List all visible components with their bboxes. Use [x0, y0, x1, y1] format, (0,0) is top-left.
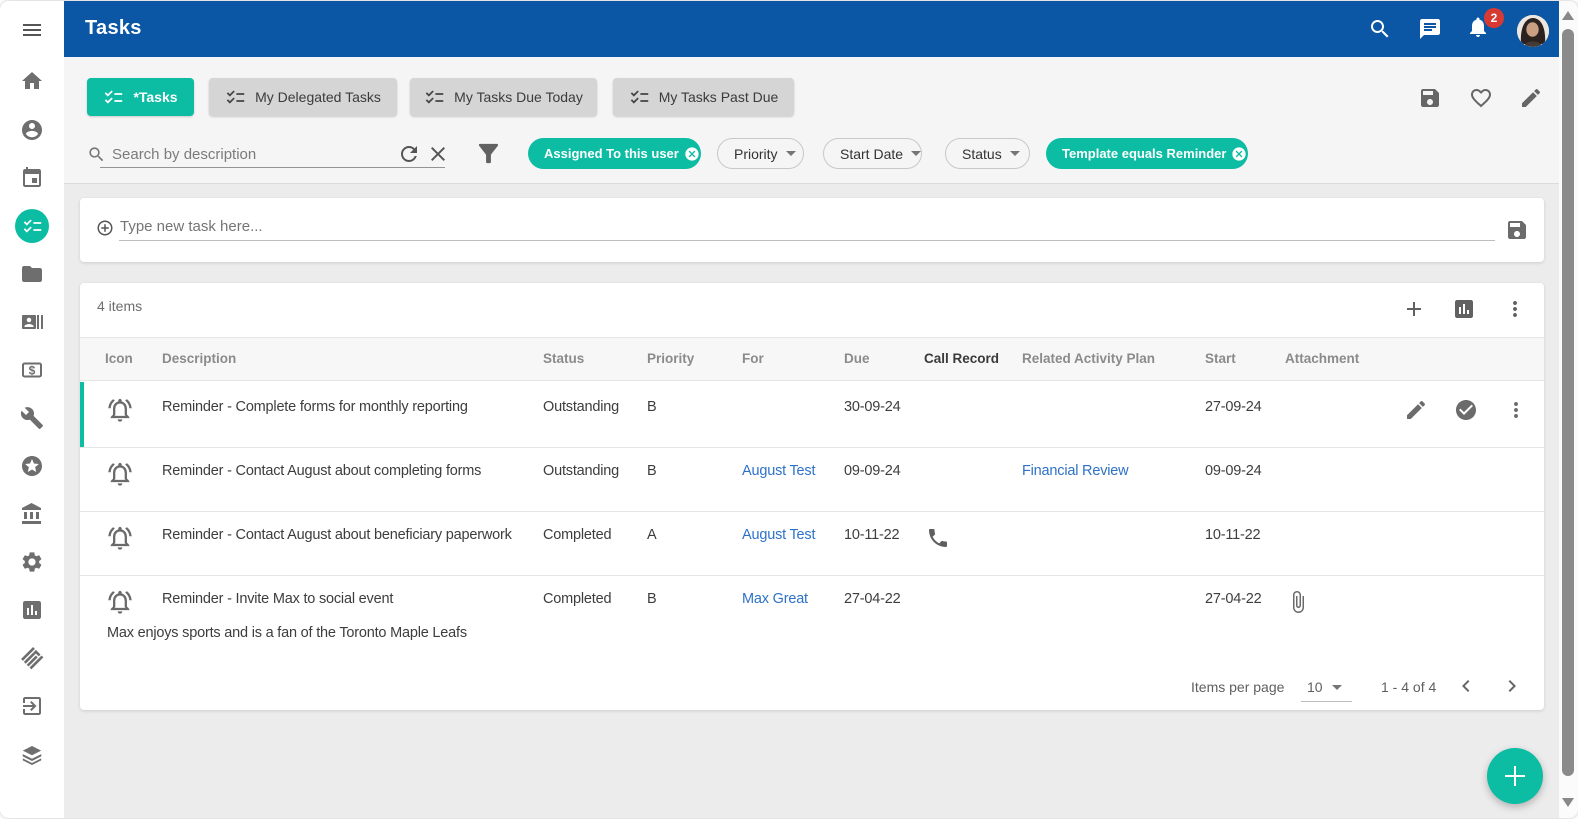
svg-text:$: $	[29, 364, 36, 378]
